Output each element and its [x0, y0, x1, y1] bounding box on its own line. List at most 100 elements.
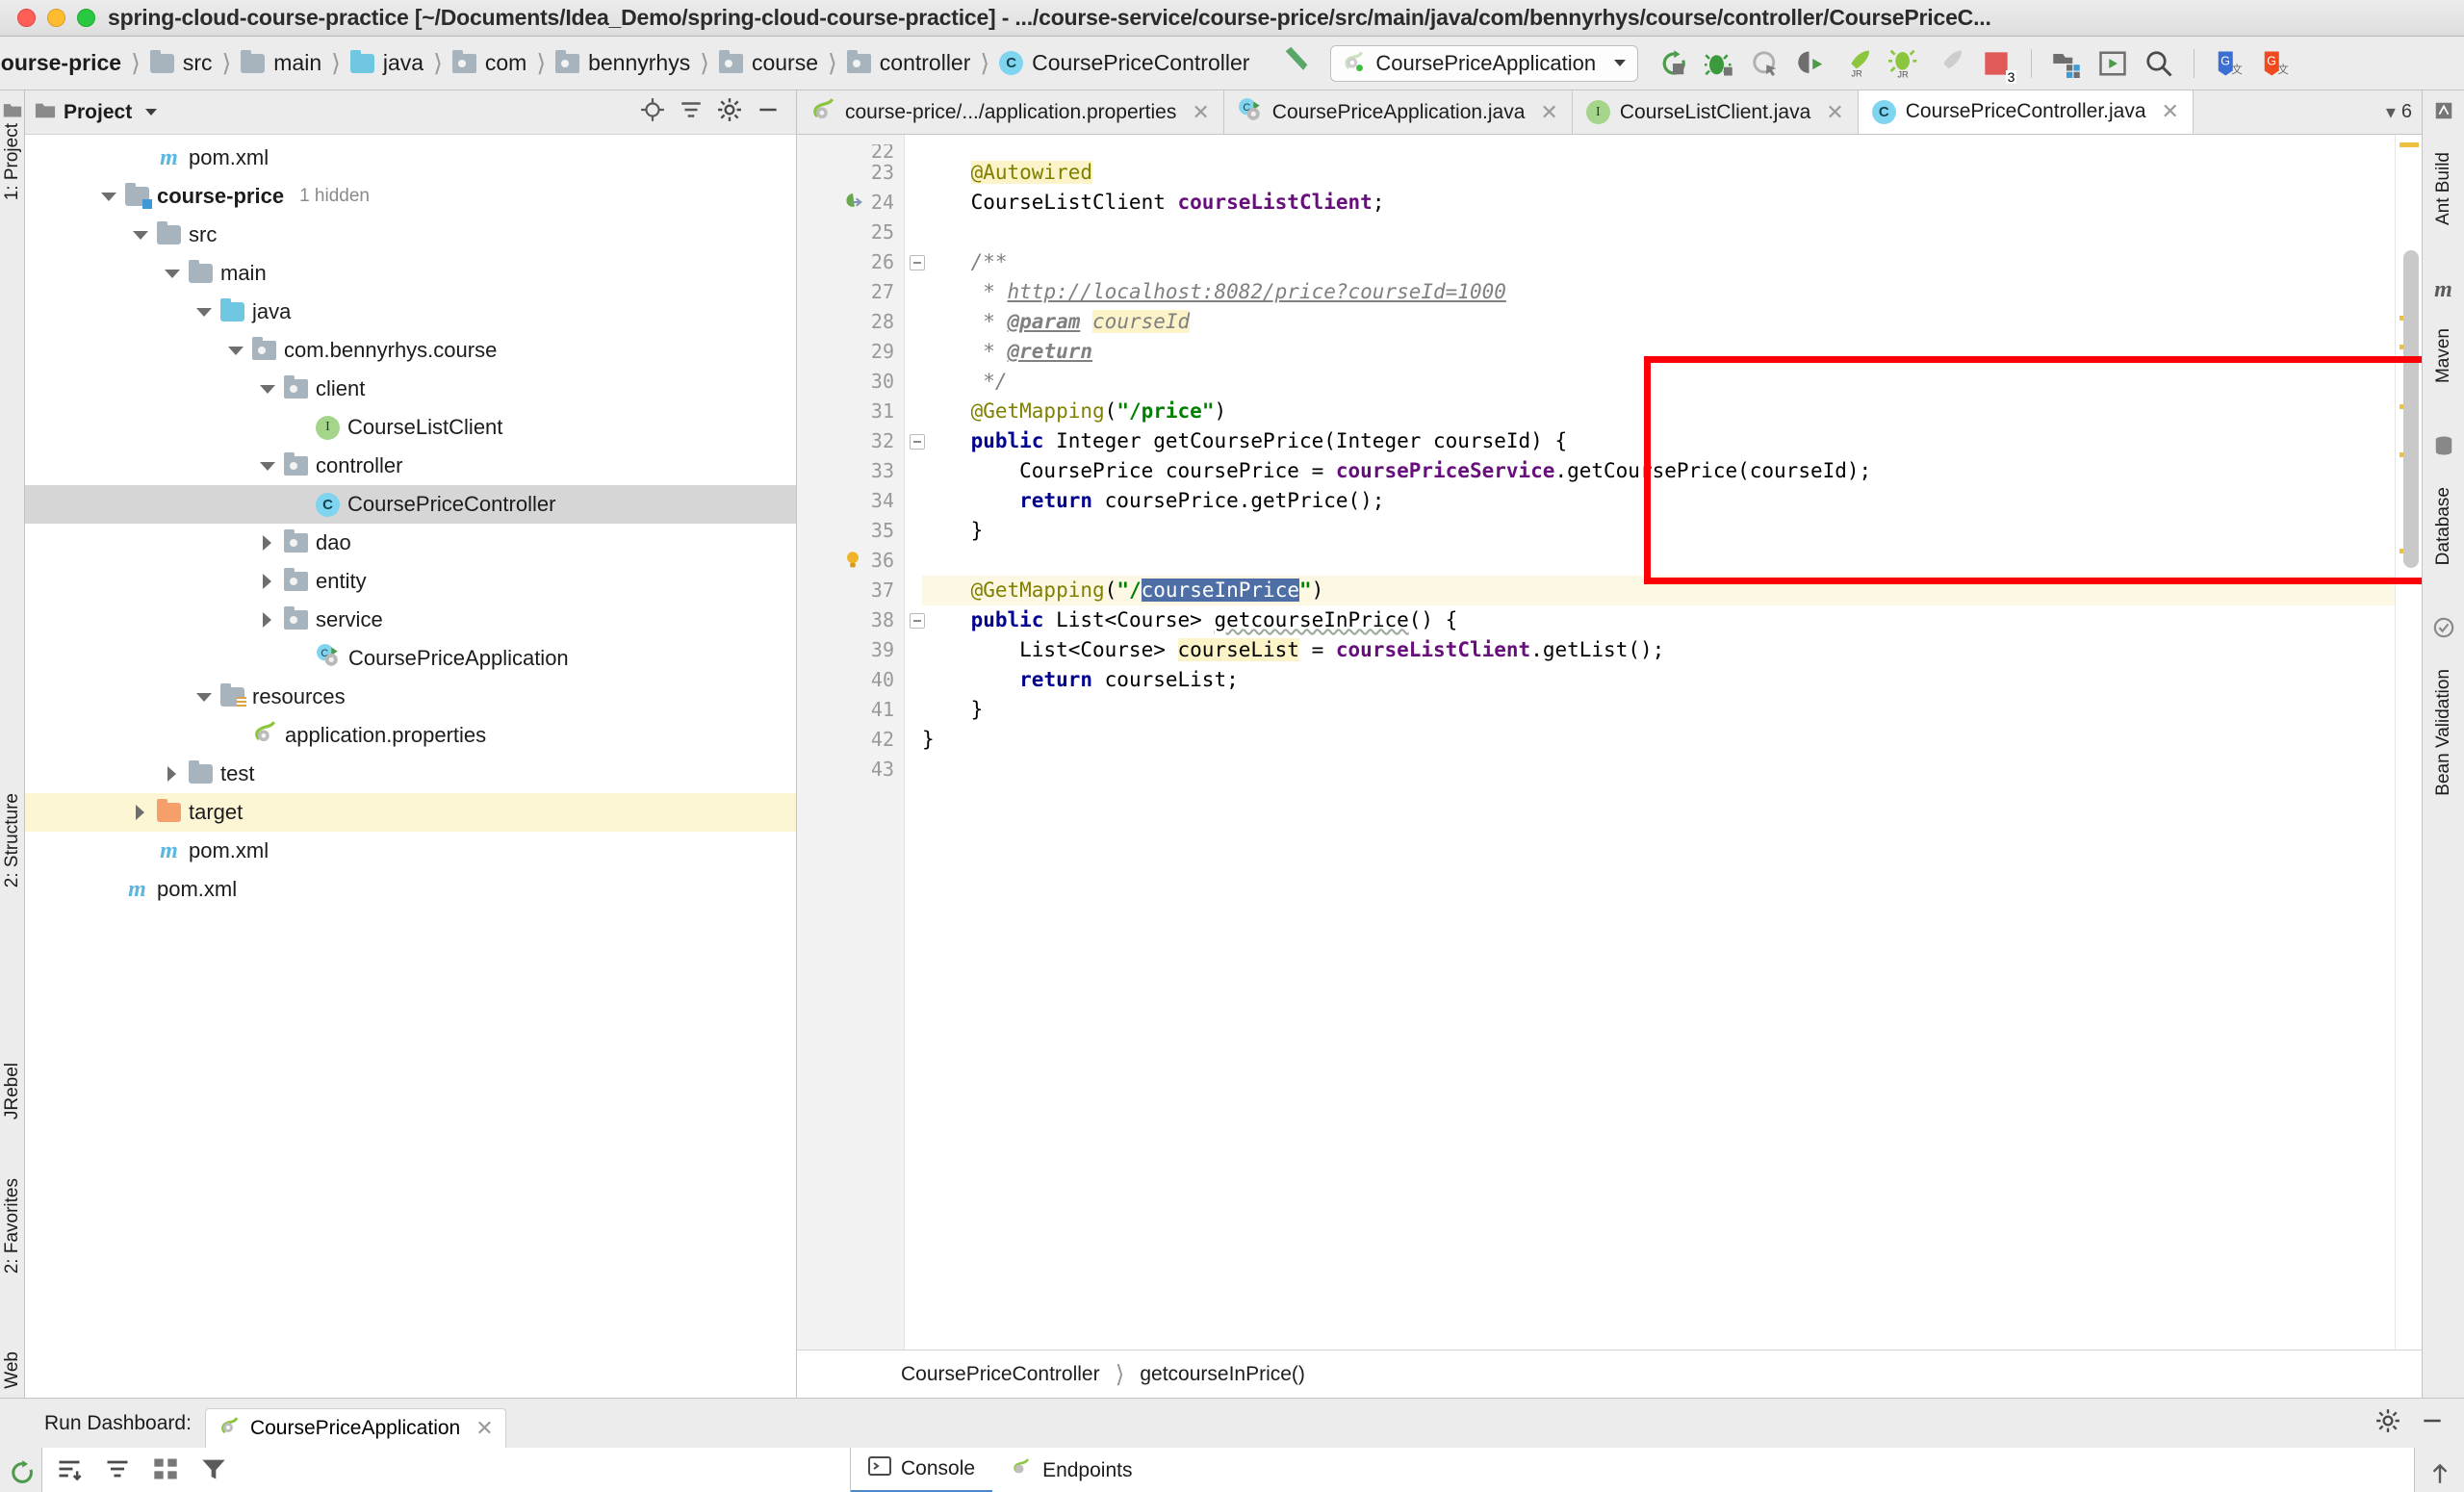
maximize-window-button[interactable]	[77, 9, 95, 27]
rerun-icon[interactable]	[1652, 42, 1694, 85]
tree-item-courselistclient[interactable]: ICourseListClient	[25, 408, 796, 447]
line-number[interactable]: 35	[797, 516, 904, 546]
breadcrumb-item-controller[interactable]: controller	[841, 37, 977, 90]
stripe-button-ant-build[interactable]: Ant Build	[2433, 152, 2454, 225]
code-line[interactable]: }	[922, 725, 2395, 755]
code-line[interactable]: CourseListClient courseListClient;	[922, 188, 2395, 218]
profile-icon[interactable]	[1790, 42, 1833, 85]
hide-panel-icon[interactable]	[756, 97, 781, 128]
collapse-all-icon[interactable]	[104, 1455, 131, 1488]
tree-expand-arrow-icon[interactable]	[259, 457, 276, 475]
breadcrumb-item-class[interactable]: C CoursePriceController	[993, 37, 1255, 90]
code-line[interactable]: @GetMapping("/courseInPrice")	[922, 576, 2395, 605]
tab-endpoints[interactable]: Endpoints	[992, 1448, 1149, 1492]
tree-item-pom-xml[interactable]: mpom.xml	[25, 139, 796, 177]
tree-expand-arrow-icon[interactable]	[259, 534, 276, 552]
code-line[interactable]: /**	[922, 247, 2395, 277]
editor-status-breadcrumb[interactable]: CoursePriceController ⟩ getcourseInPrice…	[797, 1350, 2422, 1398]
tree-expand-arrow-icon[interactable]	[195, 688, 213, 706]
tree-item-src[interactable]: src	[25, 216, 796, 254]
code-line[interactable]: * @return	[922, 337, 2395, 367]
hide-panel-icon[interactable]	[2420, 1408, 2445, 1439]
tree-item-pom-xml[interactable]: mpom.xml	[25, 832, 796, 870]
search-icon[interactable]	[2138, 42, 2180, 85]
code-line[interactable]: return coursePrice.getPrice();	[922, 486, 2395, 516]
tree-item-entity[interactable]: entity	[25, 562, 796, 601]
code-line[interactable]: * @param courseId	[922, 307, 2395, 337]
run-dashboard-active-tab[interactable]: CoursePriceApplication ✕	[205, 1408, 506, 1449]
run-anything-icon[interactable]	[2092, 42, 2134, 85]
code-line[interactable]: * http://localhost:8082/price?courseId=1…	[922, 277, 2395, 307]
coverage-icon[interactable]	[1744, 42, 1786, 85]
translate-blue-icon[interactable]: G文	[2208, 42, 2250, 85]
build-hammer-icon[interactable]	[1280, 44, 1313, 83]
scroll-from-source-icon[interactable]	[640, 97, 665, 128]
close-window-button[interactable]	[17, 9, 36, 27]
tree-expand-arrow-icon[interactable]	[132, 226, 149, 244]
line-number[interactable]: 39	[797, 635, 904, 665]
close-icon[interactable]: ✕	[1192, 100, 1209, 125]
debug-icon[interactable]	[1698, 42, 1740, 85]
code-line[interactable]: public List<Course> getcourseInPrice() {	[922, 605, 2395, 635]
close-icon[interactable]: ✕	[1826, 100, 1843, 125]
code-line[interactable]: public Integer getCoursePrice(Integer co…	[922, 426, 2395, 456]
line-number[interactable]: 40	[797, 665, 904, 695]
tree-item-service[interactable]: service	[25, 601, 796, 639]
rerun-failed-icon[interactable]	[56, 1455, 83, 1488]
code-line[interactable]: return courseList;	[922, 665, 2395, 695]
tree-item-client[interactable]: client	[25, 370, 796, 408]
chevron-down-icon[interactable]	[1614, 60, 1626, 66]
editor-tab-coursepriceapplication-java[interactable]: CCoursePriceApplication.java✕	[1224, 90, 1573, 134]
code-line[interactable]: }	[922, 516, 2395, 546]
tree-expand-arrow-icon[interactable]	[164, 765, 181, 783]
line-number[interactable]: 33	[797, 456, 904, 486]
minimize-window-button[interactable]	[47, 9, 65, 27]
stripe-button-jrebel[interactable]: JRebel	[2, 1063, 23, 1119]
tree-item-controller[interactable]: controller	[25, 447, 796, 485]
breadcrumb-item-course-price[interactable]: course-price	[0, 37, 127, 90]
group-by-icon[interactable]	[152, 1455, 179, 1488]
tree-item-java[interactable]: java	[25, 293, 796, 331]
collapse-all-icon[interactable]	[679, 97, 704, 128]
code-line[interactable]: @GetMapping("/price")	[922, 397, 2395, 426]
tree-expand-arrow-icon[interactable]	[259, 380, 276, 398]
code-line[interactable]	[922, 546, 2395, 576]
tree-item-com-bennyrhys-course[interactable]: com.bennyrhys.course	[25, 331, 796, 370]
window-controls[interactable]	[17, 9, 95, 27]
code-line[interactable]	[922, 218, 2395, 247]
rerun-icon[interactable]	[8, 1459, 35, 1492]
jrebel-run-icon[interactable]: JR	[1836, 42, 1879, 85]
editor-tab-coursepricecontroller-java[interactable]: CCoursePriceController.java✕	[1859, 90, 2194, 134]
project-tree[interactable]: mpom.xmlcourse-price1 hiddensrcmainjavac…	[25, 135, 796, 1398]
line-number[interactable]: 25	[797, 218, 904, 247]
tree-item-course-price[interactable]: course-price1 hidden	[25, 177, 796, 216]
project-view-chevron-icon[interactable]	[145, 109, 157, 116]
tree-expand-arrow-icon[interactable]	[259, 611, 276, 629]
code-line[interactable]: @Autowired	[922, 158, 2395, 188]
filter-icon[interactable]	[200, 1455, 227, 1488]
line-number[interactable]: 34	[797, 486, 904, 516]
breadcrumb-item-com[interactable]: com	[447, 37, 532, 90]
tree-item-coursepriceapplication[interactable]: CCoursePriceApplication	[25, 639, 796, 678]
stripe-button-database[interactable]: Database	[2433, 487, 2454, 565]
ant-build-stripe-icon[interactable]	[2433, 100, 2454, 127]
line-number[interactable]: 28	[797, 307, 904, 337]
gear-icon[interactable]	[717, 97, 742, 128]
line-number[interactable]: 36	[797, 546, 904, 576]
editor-gutter[interactable]: 2223242526272829303132333435363738394041…	[797, 135, 905, 1350]
tree-item-pom-xml[interactable]: mpom.xml	[25, 870, 796, 909]
code-line[interactable]: List<Course> courseList = courseListClie…	[922, 635, 2395, 665]
tree-expand-arrow-icon[interactable]	[195, 303, 213, 321]
stripe-button-project[interactable]: 1: Project	[2, 123, 23, 200]
line-number[interactable]: 43	[797, 755, 904, 785]
stripe-button-web[interactable]: Web	[2, 1351, 23, 1389]
line-number[interactable]: 24	[797, 188, 904, 218]
code-content[interactable]: @Autowired CourseListClient courseListCl…	[905, 135, 2395, 1350]
tree-item-dao[interactable]: dao	[25, 524, 796, 562]
code-line[interactable]: */	[922, 367, 2395, 397]
breadcrumb-item-main[interactable]: main	[235, 37, 327, 90]
tree-item-application-properties[interactable]: application.properties	[25, 716, 796, 755]
editor-tab-overflow[interactable]: ▾6	[2376, 90, 2422, 134]
tree-item-coursepricecontroller[interactable]: CCoursePriceController	[25, 485, 796, 524]
scroll-up-icon[interactable]	[2427, 1461, 2452, 1492]
